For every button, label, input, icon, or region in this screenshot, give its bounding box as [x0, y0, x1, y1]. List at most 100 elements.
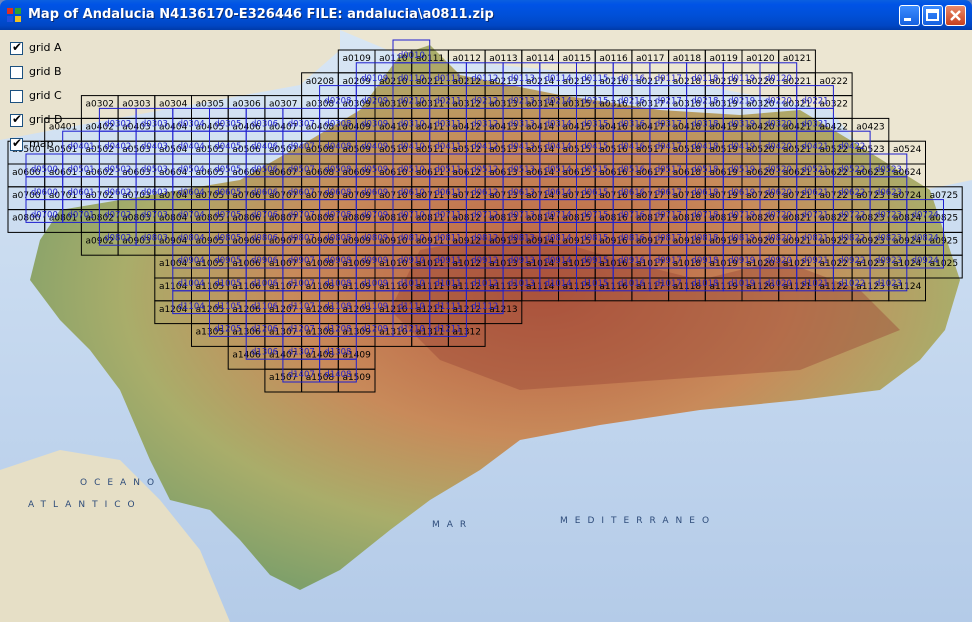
grid-cell-label: d0505 — [214, 165, 241, 175]
grid-cell-label: d0304 — [178, 119, 205, 129]
close-icon — [950, 10, 961, 21]
grid-cell-label: d1208 — [324, 325, 351, 335]
grid-cell-label: d1107 — [288, 302, 315, 312]
grid-cell-label: d0414 — [545, 142, 572, 152]
grid-cell-label: d0308 — [324, 119, 351, 129]
layer-checkbox-grid-d[interactable]: ✔ grid D — [10, 112, 100, 130]
maximize-icon — [926, 9, 939, 21]
grid-cell-label: d0216 — [618, 97, 645, 107]
grid-cell-label: d1408 — [324, 370, 351, 380]
grid-cell-label: d0606 — [251, 188, 278, 198]
grid-cell-label: d0808 — [324, 233, 351, 243]
grid-cell-label: d1008 — [324, 279, 351, 289]
grid-cell-label: d1307 — [288, 347, 315, 357]
grid-cell-label: d1407 — [288, 370, 315, 380]
grid-cell-label: d0507 — [288, 165, 315, 175]
layer-checkbox-map[interactable]: ✔ map — [10, 136, 100, 154]
grid-cell-label: d0812 — [471, 233, 498, 243]
title-bar[interactable]: Map of Andalucia N4136170-E326446 FILE: … — [0, 0, 972, 30]
grid-cell-label: d0923 — [875, 256, 902, 266]
close-button[interactable] — [945, 5, 966, 26]
grid-cell-label: d1004 — [178, 279, 205, 289]
grid-cell-label: d0904 — [178, 256, 205, 266]
grid-cell-label: d0010 — [398, 51, 425, 61]
grid-cell-label: d0500 — [31, 165, 58, 175]
grid-cell-label: d1209 — [361, 325, 388, 335]
grid-cell-label: d0917 — [655, 256, 682, 266]
grid-cell-label: d0605 — [214, 188, 241, 198]
grid-cell-label: d0403 — [141, 142, 168, 152]
grid-cell-label: d0312 — [471, 119, 498, 129]
grid-cell-label: d1210 — [398, 325, 425, 335]
grid-cell-label: d0703 — [141, 211, 168, 221]
grid-cell-label: d0802 — [104, 233, 131, 243]
maximize-button[interactable] — [922, 5, 943, 26]
grid-cell-label: d0716 — [618, 211, 645, 221]
grid-cell-label: d0723 — [875, 211, 902, 221]
grid-cell-label: d0813 — [508, 233, 535, 243]
grid-cell-label: d0311 — [435, 119, 462, 129]
grid-cell-label: d1308 — [324, 347, 351, 357]
grid-cell-label: d0208 — [324, 97, 351, 107]
map-canvas[interactable]: a0109 a0110 a0111 a0112 a0113 a0114 a0115 a0116… — [0, 30, 972, 622]
grid-cell-label: d1017 — [655, 279, 682, 289]
layer-checkbox-grid-b[interactable]: grid B — [10, 64, 100, 82]
grid-cell-label: d0705 — [214, 211, 241, 221]
grid-cell-label: d0622 — [838, 188, 865, 198]
grid-cell-label: d1011 — [435, 279, 462, 289]
map-label-atlantico: ATLANTICO — [28, 500, 142, 510]
checkbox-box[interactable]: ✔ — [10, 112, 23, 127]
grid-cell-label: d0411 — [435, 142, 462, 152]
grid-cell-label: d0724 — [912, 211, 939, 221]
grid-cell-label: d0810 — [398, 233, 425, 243]
minimize-button[interactable] — [899, 5, 920, 26]
grid-cell-label: d0409 — [361, 142, 388, 152]
layer-checkbox-grid-a[interactable]: ✔ grid A — [10, 40, 100, 58]
grid-cell-label: d0112 — [471, 74, 498, 84]
grid-cell-label: d0402 — [104, 142, 131, 152]
layer-checkbox-grid-c[interactable]: grid C — [10, 88, 100, 106]
grid-cell-label: d0710 — [398, 211, 425, 221]
grid-cell-label: d0302 — [104, 119, 131, 129]
grid-cell-label: d0504 — [178, 165, 205, 175]
grid-cell-label: d0413 — [508, 142, 535, 152]
grid-cell-label: d0713 — [508, 211, 535, 221]
grid-cell-label: d0920 — [765, 256, 792, 266]
checkbox-box[interactable]: ✔ — [10, 40, 23, 55]
checkmark-icon: ✔ — [12, 136, 23, 150]
grid-cell-label: d0520 — [765, 165, 792, 175]
grid-cell-label: d1105 — [214, 302, 241, 312]
grid-cell-label: d0305 — [214, 119, 241, 129]
grid-cell-label: d1207 — [288, 325, 315, 335]
grid-cell-label: d0617 — [655, 188, 682, 198]
grid-cell-label: d0416 — [618, 142, 645, 152]
grid-cell-label: d0608 — [324, 188, 351, 198]
grid-cell-label: d0318 — [691, 119, 718, 129]
grid-cell-label: d0714 — [545, 211, 572, 221]
grid-cell-label: d0706 — [251, 211, 278, 221]
grid-cell-label: d0602 — [104, 188, 131, 198]
grid-cell-label: d0815 — [581, 233, 608, 243]
layer-label: grid C — [29, 89, 62, 102]
map-view[interactable]: a0109 a0110 a0111 a0112 a0113 a0114 a0115 a0116… — [0, 30, 972, 622]
grid-cell-label: d0407 — [288, 142, 315, 152]
checkbox-box[interactable] — [10, 66, 23, 79]
checkbox-box[interactable] — [10, 90, 23, 103]
checkbox-box[interactable]: ✔ — [10, 136, 23, 151]
grid-cell-label: d0910 — [398, 256, 425, 266]
grid-cell-label: d0721 — [802, 211, 829, 221]
grid-cell-label: d0914 — [545, 256, 572, 266]
grid-cell-label: d0915 — [581, 256, 608, 266]
app-icon — [7, 8, 21, 22]
grid-cell-label: d0612 — [471, 188, 498, 198]
grid-cell-label: d0120 — [765, 74, 792, 84]
grid-cell-label: d0924 — [912, 256, 939, 266]
grid-cell-label: d0704 — [178, 211, 205, 221]
grid-cell-label: d0909 — [361, 256, 388, 266]
grid-cell-label: d0921 — [802, 256, 829, 266]
grid-cell-label: d0717 — [655, 211, 682, 221]
grid-cell-label: d1021 — [802, 279, 829, 289]
grid-cell-label: d0118 — [691, 74, 718, 84]
grid-cell-label: d0209 — [361, 97, 388, 107]
grid-cell-label: d0210 — [398, 97, 425, 107]
